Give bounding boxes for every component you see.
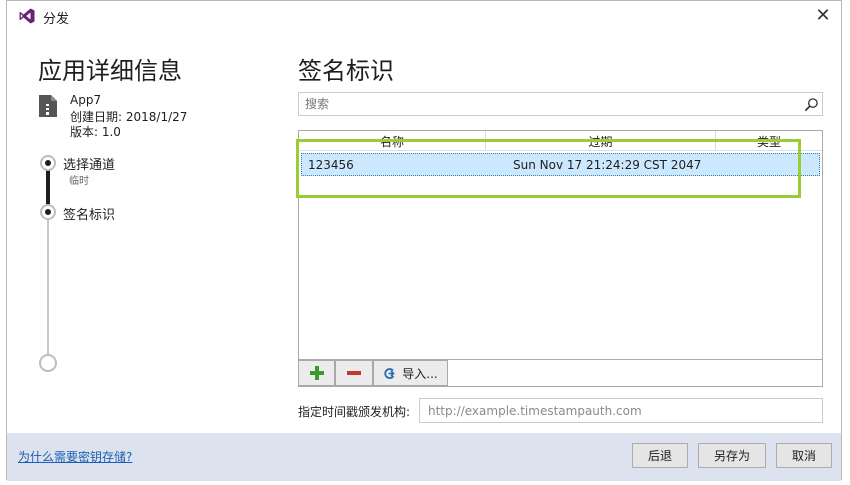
keystore-help-link[interactable]: 为什么需要密钥存储? (18, 448, 132, 465)
signing-identity-heading: 签名标识 (298, 57, 394, 85)
import-button[interactable]: 导入... (373, 360, 448, 386)
step-select-channel-sublabel: 临时 (69, 176, 89, 187)
close-button[interactable]: ✕ (811, 5, 835, 27)
column-header-expires[interactable]: 过期 (486, 133, 715, 150)
signing-identity-table: 名称 过期 类型 123456 Sun Nov 17 21:24:29 CST … (298, 130, 823, 360)
remove-button[interactable] (335, 360, 373, 386)
step-signing-identity-label[interactable]: 签名标识 (63, 204, 115, 223)
app-details-heading: 应用详细信息 (38, 57, 182, 85)
step-final-dot (39, 354, 57, 372)
minus-icon (347, 371, 361, 375)
step-signing-identity-dot (40, 204, 56, 220)
plus-icon (309, 366, 324, 380)
table-header: 名称 过期 类型 (299, 131, 822, 151)
zip-file-icon (39, 95, 57, 117)
save-as-button[interactable]: 另存为 (698, 443, 766, 468)
cancel-button[interactable]: 取消 (776, 443, 832, 468)
app-name: App7 (70, 93, 102, 107)
timestamp-authority-input[interactable] (426, 403, 820, 419)
import-button-label: 导入... (402, 366, 438, 381)
close-icon: ✕ (815, 5, 831, 26)
distribute-dialog: 分发 ✕ 应用详细信息 App7 创建日期: 2018/1/27 版本: 1.0… (6, 0, 842, 481)
add-button[interactable] (298, 360, 335, 386)
import-icon (384, 367, 395, 379)
app-version: 版本: 1.0 (70, 125, 121, 139)
row-name-cell: 123456 (308, 158, 354, 172)
column-header-type[interactable]: 类型 (716, 133, 822, 150)
column-header-name[interactable]: 名称 (299, 133, 485, 150)
search-icon[interactable] (804, 97, 819, 112)
row-expires-cell: Sun Nov 17 21:24:29 CST 2047 (513, 158, 702, 172)
back-button[interactable]: 后退 (632, 443, 688, 468)
search-box (298, 92, 823, 116)
timestamp-authority-label: 指定时间戳颁发机构: (298, 405, 411, 419)
table-row[interactable]: 123456 Sun Nov 17 21:24:29 CST 2047 (301, 153, 820, 176)
step-select-channel-dot (40, 155, 56, 171)
title-bar: 分发 ✕ (7, 1, 841, 31)
search-input[interactable] (303, 96, 797, 112)
visual-studio-logo-icon (19, 8, 35, 24)
window-title: 分发 (43, 12, 70, 27)
dialog-footer: 为什么需要密钥存储? 后退 另存为 取消 (7, 433, 841, 481)
timestamp-authority-field (419, 398, 823, 423)
step-select-channel-label[interactable]: 选择通道 (63, 154, 115, 173)
